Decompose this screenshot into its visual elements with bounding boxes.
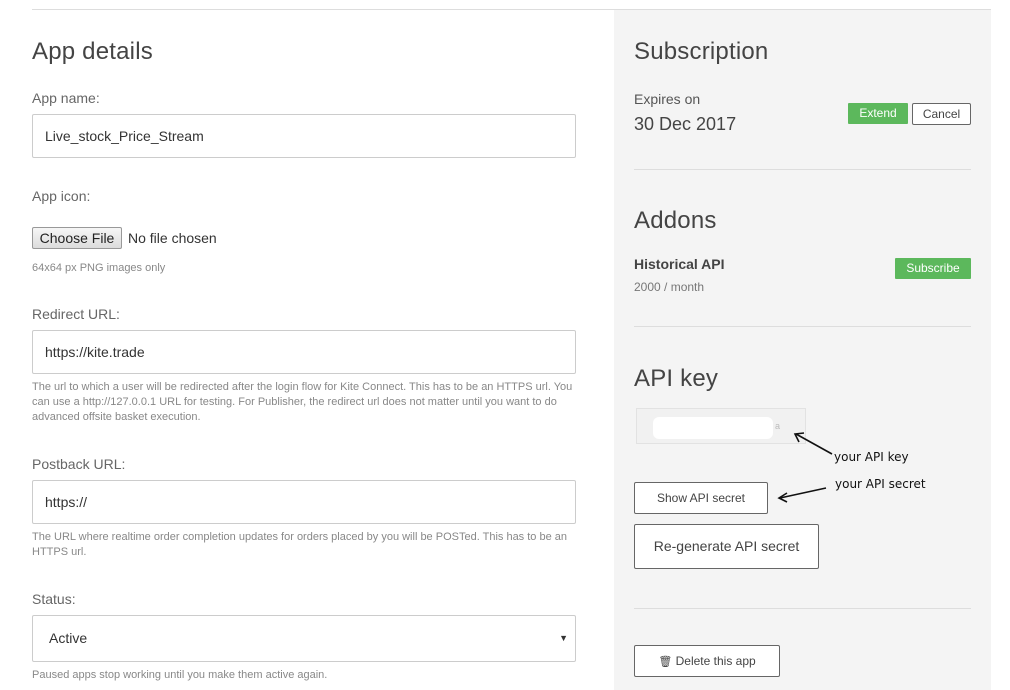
extend-button[interactable]: Extend [848, 103, 908, 124]
delete-app-button[interactable]: 🗑 Delete this app [634, 645, 780, 677]
expires-date: 30 Dec 2017 [634, 114, 737, 134]
app-name-label: App name: [32, 90, 100, 106]
app-details-title: App details [32, 38, 153, 65]
app-icon-label: App icon: [32, 188, 91, 204]
status-label: Status: [32, 591, 76, 607]
cancel-button[interactable]: Cancel [912, 103, 971, 125]
redirect-url-label: Redirect URL: [32, 306, 120, 322]
api-key-field[interactable]: a [636, 408, 806, 444]
choose-file-button[interactable]: Choose File [32, 227, 122, 249]
subscription-title: Subscription [634, 38, 769, 65]
addon-name: Historical API [634, 256, 725, 272]
divider [634, 608, 971, 609]
api-key-fragment: a [775, 421, 781, 431]
sidebar-panel: Subscription Expires on 30 Dec 2017 Exte… [634, 10, 971, 690]
trash-icon: 🗑 [658, 656, 673, 668]
annotation-api-secret: your API secret [835, 477, 926, 491]
api-key-title: API key [634, 365, 719, 392]
app-details-form: App details App name: Live_stock_Price_S… [32, 10, 577, 690]
regenerate-api-secret-button[interactable]: Re-generate API secret [634, 524, 819, 569]
app-icon-help: 64x64 px PNG images only [32, 262, 166, 274]
api-key-redacted [653, 417, 773, 439]
status-help: Paused apps stop working until you make … [32, 669, 328, 681]
dropdown-arrow-icon: ▼ [559, 633, 568, 643]
redirect-url-input[interactable]: https://kite.trade [32, 330, 576, 374]
app-name-input[interactable]: Live_stock_Price_Stream [32, 114, 576, 158]
divider [634, 169, 971, 170]
subscribe-button[interactable]: Subscribe [895, 258, 971, 279]
arrow-icon [777, 487, 827, 503]
expires-label: Expires on [634, 91, 701, 107]
postback-url-help: The URL where realtime order completion … [32, 531, 567, 558]
arrow-icon [793, 432, 833, 455]
delete-app-label: Delete this app [675, 654, 756, 668]
addon-price: 2000 / month [634, 280, 705, 294]
addons-title: Addons [634, 207, 717, 234]
status-selected-value: Active [49, 630, 88, 646]
postback-url-label: Postback URL: [32, 456, 126, 472]
postback-url-input[interactable]: https:// [32, 480, 576, 524]
divider [634, 326, 971, 327]
annotation-api-key: your API key [834, 450, 909, 464]
show-api-secret-button[interactable]: Show API secret [634, 482, 768, 514]
file-status-text: No file chosen [128, 230, 217, 246]
redirect-url-help: The url to which a user will be redirect… [32, 381, 573, 423]
status-select[interactable]: Active ▼ [32, 615, 576, 662]
